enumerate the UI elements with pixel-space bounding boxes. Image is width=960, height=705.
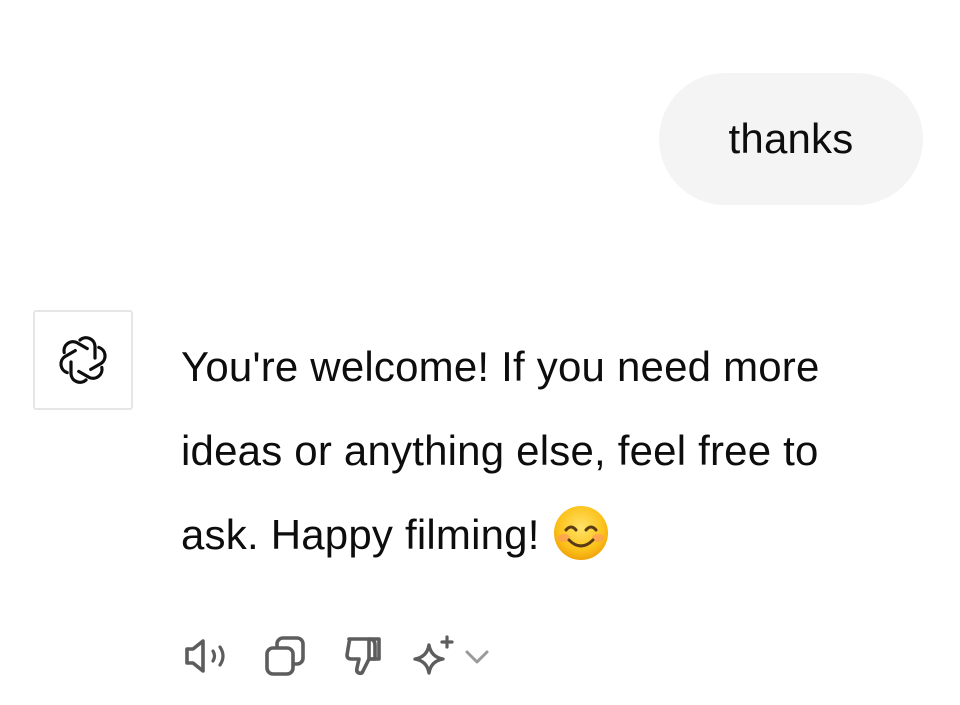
- speaker-icon: [185, 639, 225, 673]
- assistant-avatar: [33, 310, 133, 410]
- thumbs-down-icon: [345, 637, 381, 676]
- assistant-message-line: ask. Happy filming!: [181, 511, 540, 558]
- assistant-message-line-last: ask. Happy filming!: [181, 493, 941, 577]
- assistant-message-line: ideas or anything else, feel free to: [181, 427, 819, 474]
- message-actions-toolbar: [181, 628, 501, 684]
- read-aloud-button[interactable]: [181, 628, 243, 684]
- bad-response-button[interactable]: [341, 628, 411, 684]
- assistant-message: You're welcome! If you need more ideas o…: [181, 325, 941, 577]
- chevron-down-icon: [465, 650, 489, 664]
- copy-button[interactable]: [263, 628, 341, 684]
- user-message-bubble: thanks: [659, 73, 923, 205]
- regenerate-model-button[interactable]: [411, 628, 501, 684]
- openai-logo-icon: [59, 336, 107, 384]
- assistant-message-line: You're welcome! If you need more: [181, 343, 820, 390]
- sparkle-icon: [413, 635, 454, 675]
- copy-icon: [265, 636, 305, 676]
- user-message-text: thanks: [728, 115, 854, 162]
- smiling-face-emoji-icon: [553, 505, 608, 560]
